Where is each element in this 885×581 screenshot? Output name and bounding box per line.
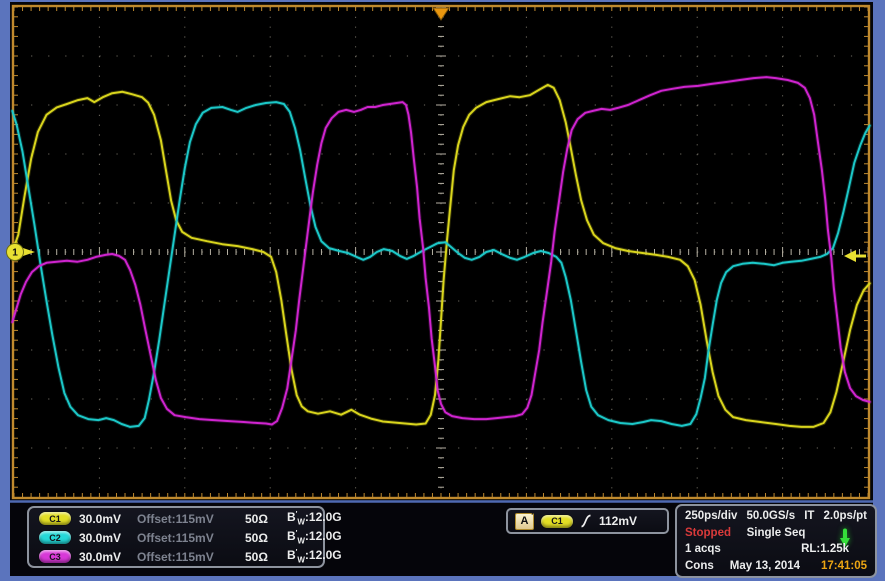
timebase-row: 250ps/div 50.0GS/s IT 2.0ps/pt: [677, 508, 875, 524]
c1-termination: 50Ω: [245, 512, 287, 526]
scope-screen-background: [10, 2, 873, 576]
resolution: 2.0ps/pt: [824, 510, 867, 522]
channel-row-c2: C2 30.0mV Offset:115mV 50Ω B′W:12.0G: [29, 528, 323, 547]
channel-badge-c3[interactable]: C3: [39, 550, 71, 563]
c1-bandwidth: B′W:12.0G: [287, 510, 342, 526]
sample-rate: 50.0GS/s: [747, 510, 796, 522]
channel-badge-c1[interactable]: C1: [39, 512, 71, 525]
acqs-count: 1 acqs: [685, 543, 721, 555]
trigger-a-badge[interactable]: A′: [515, 513, 534, 530]
channel-readout-box[interactable]: C1 30.0mV Offset:115mV 50Ω B′W:12.0G C2 …: [27, 506, 325, 568]
run-state-row: Stopped Single Seq: [677, 525, 875, 541]
timebase: 250ps/div: [685, 510, 737, 522]
datetime-row: Cons May 13, 2014 17:41:05: [677, 558, 875, 574]
c2-offset: Offset:115mV: [137, 531, 245, 545]
acqs-row: 1 acqs RL:1.25k: [677, 541, 875, 557]
channel-row-c3: C3 30.0mV Offset:115mV 50Ω B′W:12.0G: [29, 547, 323, 566]
c1-scale: 30.0mV: [79, 512, 137, 526]
trigger-level: 112mV: [599, 514, 637, 528]
channel-row-c1: C1 30.0mV Offset:115mV 50Ω B′W:12.0G: [29, 509, 323, 528]
channel-badge-c2[interactable]: C2: [39, 531, 71, 544]
c3-bandwidth: B′W:12.0G: [287, 548, 342, 564]
time-label: 17:41:05: [821, 560, 867, 572]
c3-scale: 30.0mV: [79, 550, 137, 564]
record-length: RL:1.25k: [801, 543, 849, 555]
trigger-readout-box[interactable]: A′ C1 112mV: [506, 508, 669, 534]
c3-offset: Offset:115mV: [137, 550, 245, 564]
c3-termination: 50Ω: [245, 550, 287, 564]
c1-offset: Offset:115mV: [137, 512, 245, 526]
interp-mode: IT: [804, 510, 814, 522]
c2-bandwidth: B′W:12.0G: [287, 529, 342, 545]
oscilloscope-window: 1 C1 30.0mV Offset:115mV 50Ω B′W:12.0G C…: [0, 0, 885, 581]
c2-scale: 30.0mV: [79, 531, 137, 545]
persona-label: Cons: [685, 560, 714, 572]
rising-edge-icon: [580, 513, 592, 529]
horizontal-acquisition-box[interactable]: 250ps/div 50.0GS/s IT 2.0ps/pt Stopped S…: [675, 504, 877, 578]
trigger-source-badge[interactable]: C1: [541, 515, 573, 528]
c2-termination: 50Ω: [245, 531, 287, 545]
date-label: May 13, 2014: [730, 560, 800, 572]
